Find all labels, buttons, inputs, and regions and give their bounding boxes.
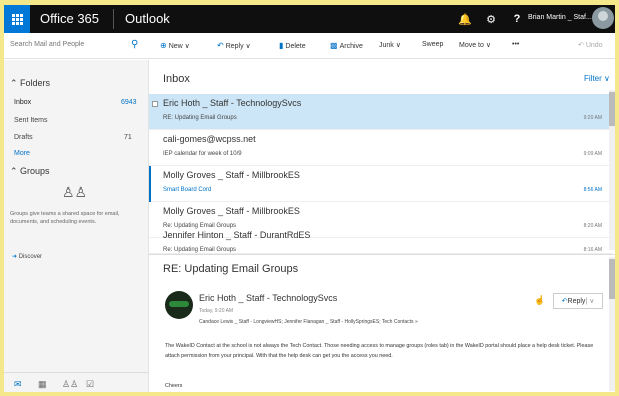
reading-date: Today, 9:20 AM xyxy=(199,308,234,314)
drafts-count: 71 xyxy=(124,134,132,141)
chevron-up-icon: ⌃ xyxy=(10,166,21,176)
suite-title[interactable]: Office 365 xyxy=(40,11,99,26)
reading-sender[interactable]: Eric Hoth _ Staff - TechnologySvcs xyxy=(199,293,337,303)
folder-item-more[interactable]: More xyxy=(14,150,30,157)
new-button[interactable]: ⊕ New ∨ xyxy=(160,41,190,50)
gear-icon[interactable]: ⚙ xyxy=(478,5,504,33)
archive-icon: ▩ xyxy=(330,41,338,50)
arrow-right-icon: ➜ xyxy=(12,254,19,260)
sweep-label: Sweep xyxy=(422,41,444,48)
reply-button[interactable]: ↶ Reply ∨ xyxy=(217,41,251,50)
message-sender: cali-gomes@wcpss.net xyxy=(163,134,256,144)
calendar-icon[interactable]: ▦ xyxy=(38,379,47,390)
junk-button[interactable]: Junk ∨ xyxy=(379,41,401,49)
delete-button[interactable]: ▮ Delete xyxy=(279,41,306,50)
scroll-thumb[interactable] xyxy=(609,92,615,126)
reading-subject: RE: Updating Email Groups xyxy=(163,263,299,275)
unread-indicator xyxy=(149,166,151,202)
more-commands-button[interactable]: ••• xyxy=(512,41,519,48)
archive-label: Archive xyxy=(339,43,363,50)
list-item[interactable]: cali-gomes@wcpss.net IEP calendar for we… xyxy=(149,130,612,166)
select-checkbox[interactable] xyxy=(152,101,158,107)
navigation-pane: ⌃ Folders Inbox 6943 Sent Items Drafts 7… xyxy=(4,60,148,392)
trash-icon: ▮ xyxy=(279,41,284,50)
chevron-down-icon: ∨ xyxy=(601,74,610,83)
folder-item-sent[interactable]: Sent Items xyxy=(14,117,47,124)
user-avatar[interactable] xyxy=(592,7,614,29)
folders-header[interactable]: ⌃ Folders xyxy=(10,78,50,89)
list-item[interactable]: Eric Hoth _ Staff - TechnologySvcs RE: U… xyxy=(149,94,612,130)
list-scrollbar[interactable] xyxy=(609,90,615,250)
move-to-button[interactable]: Move to ∨ xyxy=(459,41,491,49)
search-input[interactable]: Search Mail and People xyxy=(10,41,84,48)
filter-button[interactable]: Filter ∨ xyxy=(584,74,610,83)
like-icon[interactable]: ☝ xyxy=(534,295,545,306)
message-time: 9:09 AM xyxy=(583,151,602,157)
scroll-thumb[interactable] xyxy=(609,259,615,299)
groups-description: Groups give teams a shared space for ema… xyxy=(10,211,120,225)
app-title[interactable]: Outlook xyxy=(125,11,170,26)
inbox-count: 6943 xyxy=(121,99,137,106)
message-time: 8:56 AM xyxy=(583,187,602,193)
reply-label: Reply xyxy=(225,43,244,50)
undo-button[interactable]: ↶ Undo xyxy=(578,41,603,49)
delete-label: Delete xyxy=(285,43,306,50)
move-to-label: Move to xyxy=(459,42,484,49)
mail-icon[interactable]: ✉ xyxy=(14,379,22,390)
folder-item-drafts[interactable]: Drafts xyxy=(14,134,33,141)
bell-icon[interactable]: 🔔 xyxy=(452,5,478,33)
reply-all-button[interactable]: ↶ Reply | ∨ xyxy=(553,293,603,309)
message-sender: Jennifer Hinton _ Staff - DurantRdES xyxy=(163,230,311,240)
reading-pane: RE: Updating Email Groups Eric Hoth _ St… xyxy=(148,254,615,392)
groups-icon: ♙♙ xyxy=(62,184,88,200)
chevron-down-icon: | ∨ xyxy=(585,298,595,305)
message-subject: IEP calendar for week of 10/9 xyxy=(163,151,242,157)
message-list: Inbox Filter ∨ Eric Hoth _ Staff - Techn… xyxy=(148,60,615,254)
undo-icon: ↶ xyxy=(578,42,586,49)
junk-label: Junk xyxy=(379,42,394,49)
help-icon[interactable]: ? xyxy=(504,5,530,33)
people-icon[interactable]: ♙♙ xyxy=(62,379,78,390)
message-body: The WakeID Contact at the school is not … xyxy=(165,343,594,359)
chevron-up-icon: ⌃ xyxy=(10,78,21,88)
message-sender: Molly Groves _ Staff - MillbrookES xyxy=(163,206,300,216)
tasks-icon[interactable]: ☑ xyxy=(86,379,94,390)
search-icon[interactable]: ⚲ xyxy=(131,39,138,50)
new-label: New xyxy=(168,43,183,50)
title-divider xyxy=(113,9,114,29)
message-closing: Cheers xyxy=(165,383,183,389)
reading-scrollbar[interactable] xyxy=(609,257,615,391)
groups-header[interactable]: ⌃ Groups xyxy=(10,166,50,177)
list-title: Inbox xyxy=(163,73,190,85)
plus-circle-icon: ⊕ xyxy=(160,41,167,50)
top-bar: Office 365 Outlook 🔔 ⚙ ? Brian Martin _ … xyxy=(4,5,615,33)
outlook-window: Office 365 Outlook 🔔 ⚙ ? Brian Martin _ … xyxy=(4,5,615,392)
list-item[interactable]: Molly Groves _ Staff - MillbrookES Smart… xyxy=(149,166,612,202)
archive-button[interactable]: ▩ Archive xyxy=(330,41,363,50)
reading-recipients[interactable]: Candace Lewis _ Staff - LongviewHS; Jenn… xyxy=(199,319,418,325)
user-name[interactable]: Brian Martin _ Staf... xyxy=(528,14,592,21)
discover-link[interactable]: ➜ Discover xyxy=(12,253,42,260)
message-time: 8:16 AM xyxy=(583,247,602,253)
command-bar: Search Mail and People ⚲ ⊕ New ∨ ↶ Reply ∨… xyxy=(4,33,615,59)
app-launcher-icon[interactable] xyxy=(4,5,30,33)
folder-item-inbox[interactable]: Inbox xyxy=(14,99,31,106)
message-subject: Smart Board Cord xyxy=(163,187,212,193)
message-sender: Eric Hoth _ Staff - TechnologySvcs xyxy=(163,98,302,108)
message-subject: RE: Updating Email Groups xyxy=(163,115,237,121)
message-sender: Molly Groves _ Staff - MillbrookES xyxy=(163,170,300,180)
sweep-button[interactable]: Sweep xyxy=(422,41,443,48)
message-subject: Re: Updating Email Groups xyxy=(163,247,237,253)
reply-icon: ↶ xyxy=(217,41,224,50)
undo-label: Undo xyxy=(585,42,603,49)
module-switcher: ✉ ▦ ♙♙ ☑ xyxy=(4,372,148,392)
message-time: 9:20 AM xyxy=(583,115,602,121)
sender-avatar xyxy=(165,291,193,319)
list-item[interactable]: Jennifer Hinton _ Staff - DurantRdES Re:… xyxy=(149,226,612,254)
